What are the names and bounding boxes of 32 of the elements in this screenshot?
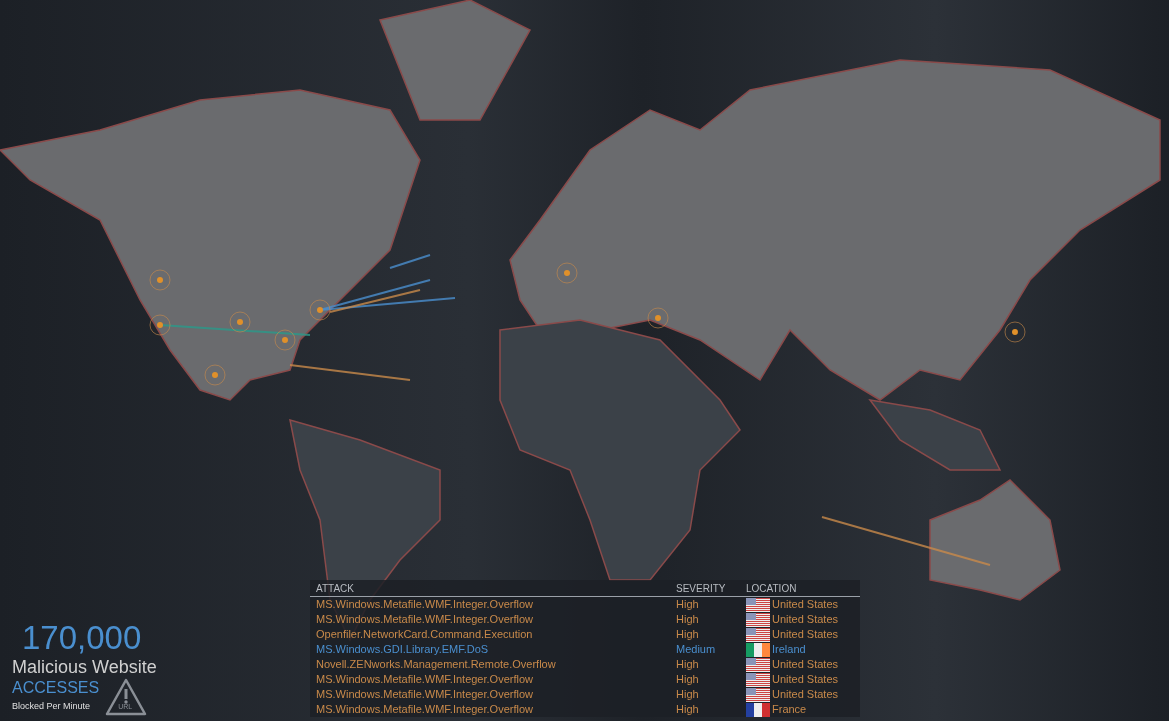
attack-name: Novell.ZENworks.Management.Remote.Overflow [316,657,557,672]
stat-title: Malicious Website [12,656,157,678]
location-cell-text: United States [772,687,840,702]
location-cell-text: United States [772,657,840,672]
column-header: LOCATION [746,582,798,595]
attack-name: MS.Windows.GDI.Library.EMF.DoS [316,642,490,657]
severity-cell-text: High [676,627,700,642]
location-cell-text: United States [772,597,840,612]
location-cell-text: France [772,702,808,717]
warning-icon [105,678,148,716]
severity-cell-text: High [676,702,700,717]
stat-caption: Blocked Per Minute [12,700,92,713]
location-cell-text: United States [772,612,840,627]
severity-cell-text: High [676,612,700,627]
severity-cell-text: High [676,657,700,672]
stat-subtitle: ACCESSES [12,678,100,698]
severity-cell-text: High [676,597,700,612]
severity-cell-text: High [676,672,700,687]
attack-name: MS.Windows.Metafile.WMF.Integer.Overflow [316,597,534,612]
attack-name: Openfiler.NetworkCard.Command.Execution [316,627,534,642]
location-cell-text: United States [772,672,840,687]
location-cell-text: Ireland [772,642,807,657]
attack-name: MS.Windows.Metafile.WMF.Integer.Overflow [316,672,534,687]
attack-name: MS.Windows.Metafile.WMF.Integer.Overflow [316,612,534,627]
severity-cell-text: High [676,687,700,702]
severity-cell-text: Medium [676,642,717,657]
attack-name: MS.Windows.Metafile.WMF.Integer.Overflow [316,702,534,717]
attack-name: MS.Windows.Metafile.WMF.Integer.Overflow [316,687,534,702]
location-cell-text: United States [772,627,840,642]
blocked-count: 170,000 [21,620,143,656]
column-header: SEVERITY [676,582,727,595]
column-header: ATTACK [316,582,355,595]
